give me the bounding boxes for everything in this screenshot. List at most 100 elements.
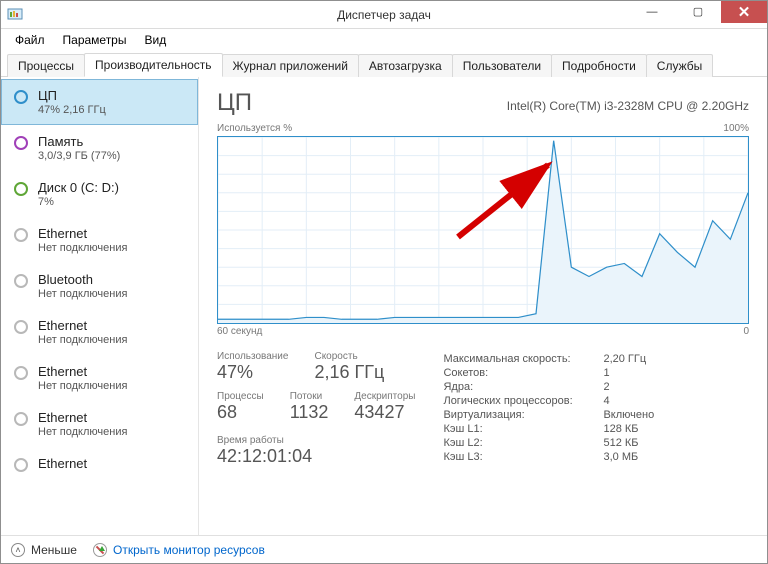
tabbar: Процессы Производительность Журнал прило… (1, 51, 767, 77)
virt-value: Включено (603, 409, 654, 421)
resource-ring-icon (14, 412, 28, 426)
chevron-up-icon: ˄ (11, 543, 25, 557)
main-panel: ЦП Intel(R) Core(TM) i3-2328M CPU @ 2.20… (199, 77, 767, 535)
threads-label: Потоки (290, 391, 329, 402)
sidebar-item-subtitle: Нет подключения (38, 334, 127, 346)
sidebar-item[interactable]: EthernetНет подключения (1, 217, 198, 263)
stats-right: Максимальная скорость:2,20 ГГц Сокетов:1… (443, 353, 749, 467)
tab-services[interactable]: Службы (646, 54, 713, 77)
sidebar-item-title: Ethernet (38, 226, 127, 241)
uptime-value: 42:12:01:04 (217, 446, 415, 467)
tab-performance[interactable]: Производительность (84, 53, 222, 77)
resource-ring-icon (14, 458, 28, 472)
sidebar-item-subtitle: Нет подключения (38, 426, 127, 438)
uptime-label: Время работы (217, 435, 415, 446)
open-resmon-link[interactable]: Открыть монитор ресурсов (93, 543, 265, 557)
l2-value: 512 КБ (603, 437, 638, 449)
sidebar-item-subtitle: Нет подключения (38, 380, 127, 392)
resource-ring-icon (14, 228, 28, 242)
sidebar-item-title: Память (38, 134, 120, 149)
resource-ring-icon (14, 320, 28, 334)
fewer-details-label: Меньше (31, 543, 77, 557)
l1-label: Кэш L1: (443, 423, 603, 435)
chart-ymax: 100% (723, 123, 749, 134)
sidebar-item[interactable]: EthernetНет подключения (1, 355, 198, 401)
sidebar-item-title: ЦП (38, 88, 106, 103)
sidebar[interactable]: ЦП47% 2,16 ГГцПамять3,0/3,9 ГБ (77%)Диск… (1, 77, 199, 535)
tab-users[interactable]: Пользователи (452, 54, 552, 77)
handles-value: 43427 (354, 402, 415, 423)
chart-xleft: 60 секунд (217, 326, 262, 337)
processes-label: Процессы (217, 391, 264, 402)
maxspeed-label: Максимальная скорость: (443, 353, 603, 365)
tab-startup[interactable]: Автозагрузка (358, 54, 453, 77)
menu-file[interactable]: Файл (7, 31, 53, 49)
sidebar-item-title: Ethernet (38, 318, 127, 333)
sidebar-item-subtitle: 7% (38, 196, 119, 208)
resource-ring-icon (14, 90, 28, 104)
app-icon (7, 6, 23, 22)
window-title: Диспетчер задач (337, 8, 431, 22)
sidebar-item[interactable]: Диск 0 (C: D:)7% (1, 171, 198, 217)
titlebar: Диспетчер задач — ▢ ✕ (1, 1, 767, 29)
sidebar-item[interactable]: BluetoothНет подключения (1, 263, 198, 309)
sidebar-item[interactable]: EthernetНет подключения (1, 309, 198, 355)
sidebar-item[interactable]: EthernetНет подключения (1, 401, 198, 447)
close-button[interactable]: ✕ (721, 1, 767, 23)
sockets-label: Сокетов: (443, 367, 603, 379)
sidebar-item-title: Диск 0 (C: D:) (38, 180, 119, 195)
sidebar-item-subtitle: Нет подключения (38, 242, 127, 254)
logical-label: Логических процессоров: (443, 395, 603, 407)
resource-ring-icon (14, 274, 28, 288)
tab-processes[interactable]: Процессы (7, 54, 85, 77)
cores-label: Ядра: (443, 381, 603, 393)
sidebar-item-title: Ethernet (38, 410, 127, 425)
usage-value: 47% (217, 362, 288, 383)
cpu-chart[interactable] (217, 136, 749, 324)
sidebar-item[interactable]: Ethernet (1, 447, 198, 481)
sidebar-item-title: Bluetooth (38, 272, 127, 287)
maximize-button[interactable]: ▢ (675, 1, 721, 23)
resource-ring-icon (14, 182, 28, 196)
usage-label: Использование (217, 351, 288, 362)
sidebar-item[interactable]: ЦП47% 2,16 ГГц (1, 79, 198, 125)
speed-value: 2,16 ГГц (314, 362, 384, 383)
cpu-model: Intel(R) Core(TM) i3-2328M CPU @ 2.20GHz (507, 99, 749, 113)
sockets-value: 1 (603, 367, 609, 379)
sidebar-item-title: Ethernet (38, 364, 127, 379)
handles-label: Дескрипторы (354, 391, 415, 402)
chart-ylabel: Используется % (217, 123, 292, 134)
resource-ring-icon (14, 136, 28, 150)
tab-app-history[interactable]: Журнал приложений (222, 54, 359, 77)
sidebar-item-subtitle: 3,0/3,9 ГБ (77%) (38, 150, 120, 162)
sidebar-item-subtitle: Нет подключения (38, 288, 127, 300)
open-resmon-label: Открыть монитор ресурсов (113, 543, 265, 557)
threads-value: 1132 (290, 402, 329, 423)
tab-details[interactable]: Подробности (551, 54, 647, 77)
footer: ˄ Меньше Открыть монитор ресурсов (1, 535, 767, 563)
sidebar-item[interactable]: Память3,0/3,9 ГБ (77%) (1, 125, 198, 171)
resource-ring-icon (14, 366, 28, 380)
menu-options[interactable]: Параметры (55, 31, 135, 49)
virt-label: Виртуализация: (443, 409, 603, 421)
l3-value: 3,0 МБ (603, 451, 638, 463)
sidebar-item-title: Ethernet (38, 456, 87, 471)
content: ЦП47% 2,16 ГГцПамять3,0/3,9 ГБ (77%)Диск… (1, 77, 767, 535)
processes-value: 68 (217, 402, 264, 423)
l3-label: Кэш L3: (443, 451, 603, 463)
l2-label: Кэш L2: (443, 437, 603, 449)
stats-left: Использование47% Скорость2,16 ГГц Процес… (217, 351, 415, 467)
maxspeed-value: 2,20 ГГц (603, 353, 646, 365)
logical-value: 4 (603, 395, 609, 407)
chart-xright: 0 (743, 326, 749, 337)
speed-label: Скорость (314, 351, 384, 362)
page-title: ЦП (217, 89, 252, 117)
cores-value: 2 (603, 381, 609, 393)
resmon-icon (93, 543, 107, 557)
fewer-details-button[interactable]: ˄ Меньше (11, 543, 77, 557)
minimize-button[interactable]: — (629, 1, 675, 23)
l1-value: 128 КБ (603, 423, 638, 435)
window-controls: — ▢ ✕ (629, 1, 767, 23)
sidebar-item-subtitle: 47% 2,16 ГГц (38, 104, 106, 116)
menu-view[interactable]: Вид (136, 31, 174, 49)
